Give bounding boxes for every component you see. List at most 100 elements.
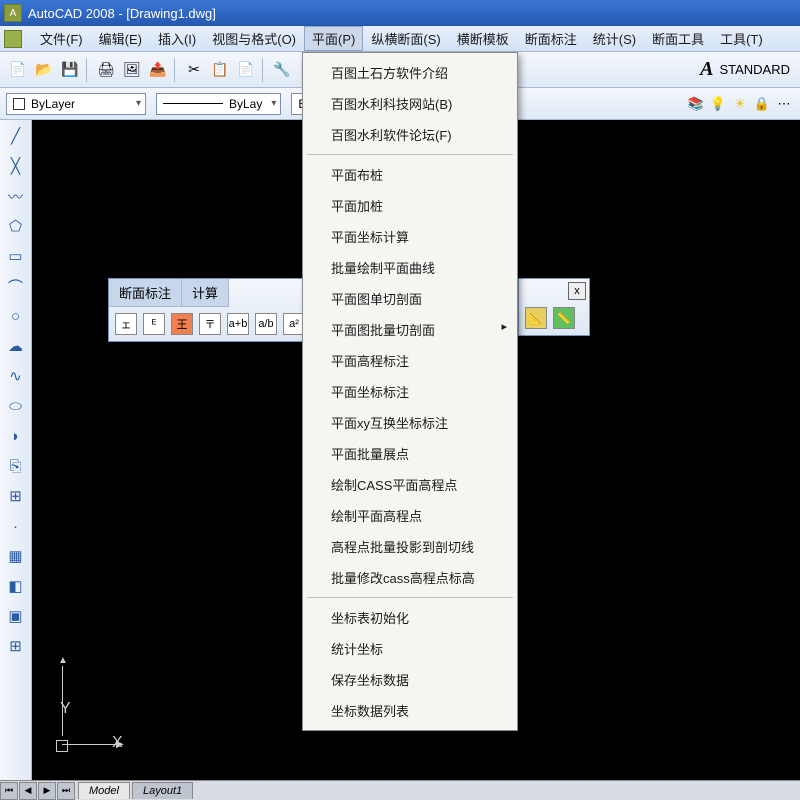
ucs-x-label: X (112, 734, 123, 752)
menu-4[interactable]: 平面(P) (304, 26, 363, 51)
save-icon[interactable]: 💾 (58, 58, 82, 82)
layout-tab-strip: ⏮◀▶⏭ Model Layout1 (0, 780, 800, 800)
model-tab[interactable]: Model (78, 782, 130, 799)
gradient-tool-icon[interactable]: ◧ (4, 574, 28, 598)
ucs-y-arrowhead-icon: ▲ (58, 655, 68, 666)
dim-tool-1-icon[interactable]: ェ (115, 313, 137, 335)
menu-item[interactable]: 平面布桩 (305, 159, 515, 190)
menu-item[interactable]: 百图土石方软件介绍 (305, 57, 515, 88)
menu-item[interactable]: 批量绘制平面曲线 (305, 252, 515, 283)
arc-tool-icon[interactable]: ⌒ (4, 274, 28, 298)
menu-10[interactable]: 工具(T) (712, 26, 771, 51)
menu-3[interactable]: 视图与格式(O) (204, 26, 304, 51)
ellipse-arc-icon[interactable]: ◗ (4, 424, 28, 448)
tab-nav-button[interactable]: ⏮ (0, 782, 18, 800)
menu-item[interactable]: 平面坐标标注 (305, 376, 515, 407)
menu-5[interactable]: 纵横断面(S) (363, 26, 448, 51)
copy-icon[interactable]: 📋 (208, 58, 232, 82)
circle-tool-icon[interactable]: ○ (4, 304, 28, 328)
layer-states-icon[interactable]: 📚 (686, 94, 706, 114)
layout1-tab[interactable]: Layout1 (132, 782, 193, 799)
menu-item[interactable]: 批量修改cass高程点标高 (305, 562, 515, 593)
spline-tool-icon[interactable]: ∿ (4, 364, 28, 388)
line-tool-icon[interactable]: ╱ (4, 124, 28, 148)
rectangle-tool-icon[interactable]: ▭ (4, 244, 28, 268)
dim-tool-4-icon[interactable]: 〒 (199, 313, 221, 335)
menu-item[interactable]: 平面高程标注 (305, 345, 515, 376)
linetype-combo-label: ByLay (229, 97, 262, 111)
print-icon[interactable]: 🖨 (94, 58, 118, 82)
layer-more-icon[interactable]: ⋯ (774, 94, 794, 114)
revision-cloud-icon[interactable]: ☁ (4, 334, 28, 358)
menu-separator (307, 597, 513, 598)
floating-tab-annotation[interactable]: 断面标注 (109, 279, 182, 307)
floating-tab-calc[interactable]: 计算 (182, 279, 229, 307)
menu-item[interactable]: 平面加桩 (305, 190, 515, 221)
menu-item[interactable]: 百图水利科技网站(B) (305, 88, 515, 119)
cut-icon[interactable]: ✂ (182, 58, 206, 82)
table-tool-icon[interactable]: ⊞ (4, 634, 28, 658)
hatch-tool-icon[interactable]: ▦ (4, 544, 28, 568)
tab-nav-button[interactable]: ◀ (19, 782, 37, 800)
close-button[interactable]: x (568, 282, 586, 300)
properties-icon[interactable]: 🔧 (270, 58, 294, 82)
menu-item[interactable]: 绘制平面高程点 (305, 500, 515, 531)
color-swatch-icon (13, 98, 25, 110)
polygon-tool-icon[interactable]: ⬠ (4, 214, 28, 238)
menu-item[interactable]: 坐标数据列表 (305, 695, 515, 726)
linetype-combo[interactable]: ByLay (156, 93, 281, 115)
dim-tool-3-icon[interactable]: 王 (171, 313, 193, 335)
floating-toolbar-annotation[interactable]: 断面标注 计算 ェ ᴱ 王 〒 a+b a/b a² (108, 278, 312, 342)
menu-item[interactable]: 统计坐标 (305, 633, 515, 664)
menu-1[interactable]: 编辑(E) (91, 26, 150, 51)
calc-tool-1-icon[interactable]: a+b (227, 313, 249, 335)
make-block-icon[interactable]: ⊞ (4, 484, 28, 508)
plot-preview-icon[interactable]: 🖼 (120, 58, 144, 82)
point-tool-icon[interactable]: · (4, 514, 28, 538)
new-file-icon[interactable]: 📄 (6, 58, 30, 82)
text-style-name: STANDARD (719, 62, 790, 77)
menu-6[interactable]: 横断模板 (449, 26, 517, 51)
plane-menu-dropdown: 百图土石方软件介绍百图水利科技网站(B)百图水利软件论坛(F) 平面布桩平面加桩… (302, 52, 518, 731)
paste-icon[interactable]: 📄 (234, 58, 258, 82)
ellipse-tool-icon[interactable]: ⬭ (4, 394, 28, 418)
menu-item[interactable]: 平面图单切剖面 (305, 283, 515, 314)
menu-8[interactable]: 统计(S) (585, 26, 644, 51)
menu-0[interactable]: 文件(F) (32, 26, 91, 51)
linetype-preview-icon (163, 103, 223, 104)
layer-on-icon[interactable]: 💡 (708, 94, 728, 114)
menu-item[interactable]: 平面批量展点 (305, 438, 515, 469)
app-logo-icon: A (4, 4, 22, 22)
open-file-icon[interactable]: 📂 (32, 58, 56, 82)
menu-item[interactable]: 绘制CASS平面高程点 (305, 469, 515, 500)
tab-nav-button[interactable]: ⏭ (57, 782, 75, 800)
polyline-tool-icon[interactable]: 〰 (4, 184, 28, 208)
measure-tool-2-icon[interactable]: 📏 (553, 307, 575, 329)
menu-7[interactable]: 断面标注 (517, 26, 585, 51)
menu-item[interactable]: 高程点批量投影到剖切线 (305, 531, 515, 562)
floating-toolbar-measure[interactable]: x 📐 📏 (518, 278, 590, 336)
draw-toolbar: ╱ ╳ 〰 ⬠ ▭ ⌒ ○ ☁ ∿ ⬭ ◗ ⎘ ⊞ · ▦ ◧ ▣ ⊞ (0, 120, 32, 780)
menu-item[interactable]: 平面坐标计算 (305, 221, 515, 252)
dim-tool-2-icon[interactable]: ᴱ (143, 313, 165, 335)
construction-line-icon[interactable]: ╳ (4, 154, 28, 178)
layer-freeze-icon[interactable]: ☀ (730, 94, 750, 114)
menu-item[interactable]: 平面xy互换坐标标注 (305, 407, 515, 438)
layer-combo[interactable]: ByLayer (6, 93, 146, 115)
calc-tool-2-icon[interactable]: a/b (255, 313, 277, 335)
measure-tool-1-icon[interactable]: 📐 (525, 307, 547, 329)
menu-2[interactable]: 插入(I) (150, 26, 204, 51)
tab-nav-button[interactable]: ▶ (38, 782, 56, 800)
region-tool-icon[interactable]: ▣ (4, 604, 28, 628)
menu-9[interactable]: 断面工具 (644, 26, 712, 51)
insert-block-icon[interactable]: ⎘ (4, 454, 28, 478)
menu-item[interactable]: 百图水利软件论坛(F) (305, 119, 515, 150)
plugin-logo-icon (4, 30, 22, 48)
text-style-icon: A (700, 58, 713, 81)
menu-item[interactable]: 坐标表初始化 (305, 602, 515, 633)
menu-item[interactable]: 保存坐标数据 (305, 664, 515, 695)
publish-icon[interactable]: 📤 (146, 58, 170, 82)
menu-item[interactable]: 平面图批量切剖面 (305, 314, 515, 345)
layer-lock-icon[interactable]: 🔒 (752, 94, 772, 114)
ucs-y-label: Y (60, 700, 71, 718)
